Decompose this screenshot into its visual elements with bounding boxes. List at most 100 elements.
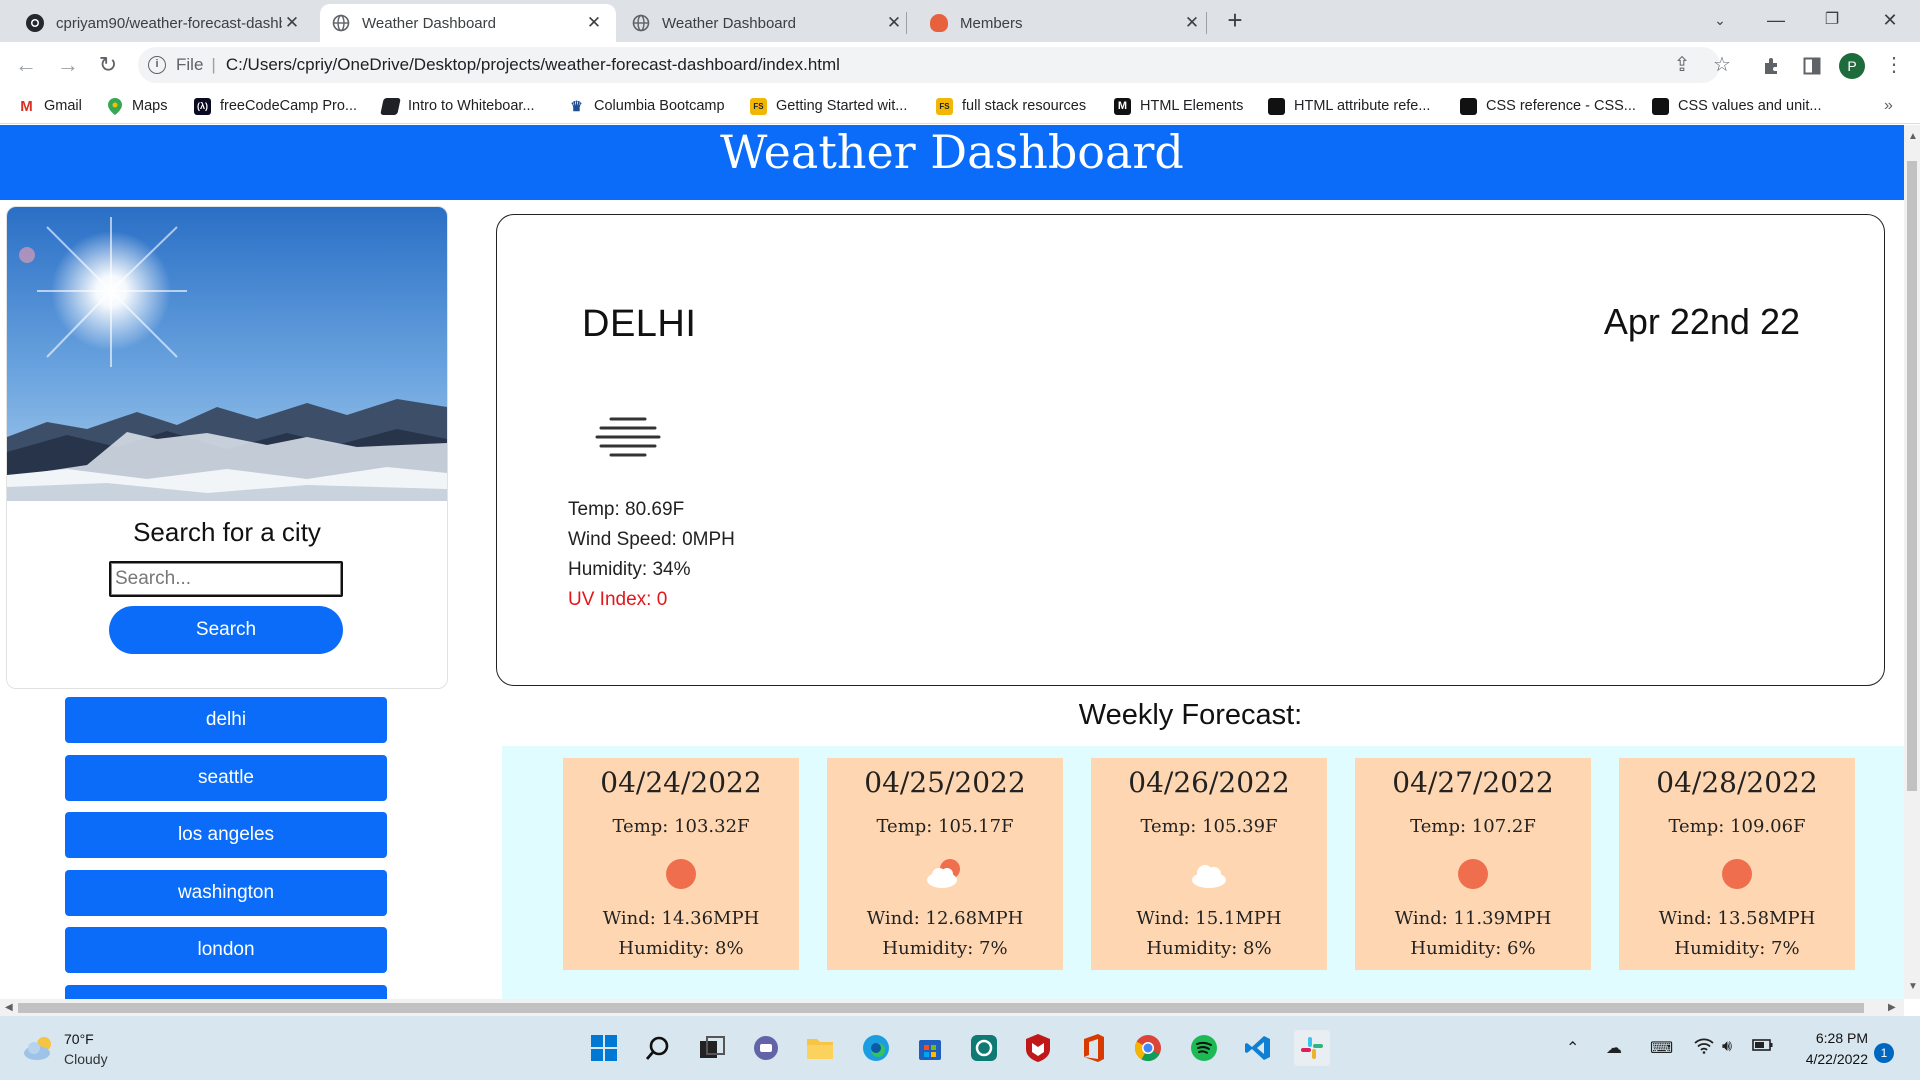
more-bookmarks-chevron-icon[interactable]: » (1884, 96, 1893, 116)
close-icon[interactable]: ✕ (884, 13, 904, 33)
bookmark-maps[interactable]: Maps (106, 96, 167, 116)
bookmark-getting-started[interactable]: FS Getting Started wit... (750, 96, 907, 116)
side-panel-icon[interactable] (1798, 52, 1826, 80)
windows-start-icon[interactable] (586, 1030, 622, 1066)
history-city-button[interactable]: los angeles (65, 812, 387, 858)
tab-weather-dashboard[interactable]: Weather Dashboard ✕ (620, 4, 916, 42)
file-explorer-icon[interactable] (802, 1030, 838, 1066)
forecast-wind: Wind: 13.58MPH (1658, 908, 1816, 929)
history-city-button[interactable]: seattle (65, 755, 387, 801)
battery-icon[interactable] (1752, 1038, 1774, 1057)
extensions-puzzle-icon[interactable] (1758, 52, 1786, 80)
app-icon[interactable] (966, 1030, 1002, 1066)
tab-github[interactable]: cpriyam90/weather-forecast-dashboard ✕ (14, 4, 314, 42)
close-window-icon[interactable]: ✕ (1862, 0, 1918, 42)
tab-title: Weather Dashboard (362, 14, 496, 32)
tab-members[interactable]: Members ✕ (918, 4, 1214, 42)
minimize-icon[interactable]: — (1748, 0, 1804, 42)
windows-taskbar: 70°F Cloudy ⌃ ☁ ⌨ 🔊︎ 6:28 PM 4/22/2022 1 (0, 1016, 1920, 1080)
slack-icon (930, 14, 948, 32)
scroll-left-arrow-icon[interactable]: ◀ (5, 1002, 13, 1013)
new-tab-button[interactable]: + (1220, 6, 1250, 36)
bookmark-label: Columbia Bootcamp (594, 98, 725, 114)
spotify-icon[interactable] (1186, 1030, 1222, 1066)
site-info-icon[interactable]: i (148, 56, 166, 74)
bookmark-whiteboard[interactable]: Intro to Whiteboar... (380, 96, 535, 116)
bookmark-html-elements[interactable]: M HTML Elements (1114, 96, 1243, 116)
city-search-input[interactable] (109, 561, 343, 597)
cloudy-weather-icon[interactable] (22, 1034, 56, 1067)
github-icon (26, 14, 44, 32)
bookmark-css-values[interactable]: CSS values and unit... (1652, 96, 1821, 116)
keyboard-icon[interactable]: ⌨ (1650, 1038, 1673, 1058)
task-view-icon[interactable] (694, 1030, 730, 1066)
horizontal-scroll-thumb[interactable] (18, 1003, 1864, 1013)
horizontal-scrollbar[interactable]: ◀ ▶ (0, 999, 1904, 1016)
bookmark-label: full stack resources (962, 98, 1087, 114)
vscode-icon[interactable] (1240, 1030, 1276, 1066)
taskbar-weather-condition[interactable]: Cloudy (64, 1051, 108, 1067)
search-card: Search for a city Search (6, 206, 448, 689)
wifi-icon[interactable] (1694, 1038, 1714, 1059)
tab-title: Members (960, 14, 1023, 32)
history-city-button-partial[interactable] (65, 985, 387, 999)
sun-icon (661, 854, 701, 894)
notification-badge[interactable]: 1 (1874, 1043, 1894, 1063)
address-bar[interactable]: i File | C:/Users/cpriy/OneDrive/Desktop… (138, 47, 1720, 83)
partly-cloudy-icon (925, 854, 965, 894)
close-icon[interactable]: ✕ (282, 13, 302, 33)
taskbar-clock-date[interactable]: 4/22/2022 (1778, 1051, 1868, 1067)
search-icon[interactable] (640, 1030, 676, 1066)
restore-icon[interactable]: ❐ (1804, 0, 1860, 42)
history-city-button[interactable]: london (65, 927, 387, 973)
mdn-page-icon (1652, 97, 1669, 115)
forecast-humidity: Humidity: 7% (882, 938, 1008, 959)
current-wind: Wind Speed: 0MPH (568, 529, 735, 550)
current-humidity: Humidity: 34% (568, 559, 691, 580)
bookmark-html-attribute[interactable]: HTML attribute refe... (1268, 96, 1430, 116)
microsoft-store-icon[interactable] (912, 1030, 948, 1066)
vertical-scrollbar[interactable]: ▲ ▼ (1904, 125, 1920, 999)
search-heading: Search for a city (133, 517, 321, 547)
back-arrow-icon[interactable]: ← (12, 52, 40, 80)
scroll-up-arrow-icon[interactable]: ▲ (1908, 131, 1918, 142)
tab-separator (1206, 12, 1207, 34)
scroll-right-arrow-icon[interactable]: ▶ (1888, 1002, 1896, 1013)
taskbar-weather-temp[interactable]: 70°F (64, 1031, 94, 1047)
tab-search-chevron-icon[interactable]: ⌄ (1692, 0, 1748, 42)
bookmark-full-stack-resources[interactable]: FS full stack resources (936, 96, 1086, 116)
teams-chat-icon[interactable] (748, 1030, 784, 1066)
forward-arrow-icon[interactable]: → (54, 52, 82, 80)
forecast-card: 04/26/2022 Temp: 105.39F Wind: 15.1MPH H… (1091, 758, 1327, 970)
edge-icon[interactable] (858, 1030, 894, 1066)
taskbar-clock-time[interactable]: 6:28 PM (1778, 1030, 1868, 1046)
close-icon[interactable]: ✕ (584, 13, 604, 33)
bookmark-gmail[interactable]: M Gmail (18, 96, 82, 116)
tab-weather-dashboard-active[interactable]: Weather Dashboard ✕ (320, 4, 616, 42)
bookmark-columbia[interactable]: ♛ Columbia Bootcamp (568, 96, 725, 116)
mountain-sun-image (7, 207, 447, 501)
reload-icon[interactable]: ↻ (94, 52, 122, 80)
close-icon[interactable]: ✕ (1182, 13, 1202, 33)
chrome-icon[interactable] (1130, 1030, 1166, 1066)
profile-avatar[interactable]: P (1839, 53, 1865, 79)
onedrive-cloud-icon[interactable]: ☁ (1606, 1038, 1622, 1058)
slack-icon[interactable] (1294, 1030, 1330, 1066)
volume-icon[interactable]: 🔊︎ (1722, 1038, 1732, 1056)
menu-kebab-icon[interactable]: ⋮ (1880, 52, 1908, 80)
vertical-scroll-thumb[interactable] (1907, 161, 1917, 791)
scroll-down-arrow-icon[interactable]: ▼ (1908, 981, 1918, 992)
bookmark-star-icon[interactable]: ☆ (1708, 52, 1736, 80)
history-city-button[interactable]: washington (65, 870, 387, 916)
share-icon[interactable]: ⇪ (1668, 52, 1696, 80)
mdn-page-icon (1460, 97, 1477, 115)
bookmark-freecodecamp[interactable]: (λ) freeCodeCamp Pro... (194, 96, 357, 116)
bookmark-label: Maps (132, 98, 168, 114)
search-button[interactable]: Search (109, 606, 343, 654)
history-city-button[interactable]: delhi (65, 697, 387, 743)
show-hidden-icons-chevron-icon[interactable]: ⌃ (1566, 1038, 1579, 1058)
bookmark-css-reference[interactable]: CSS reference - CSS... (1460, 96, 1636, 116)
freecodecamp-icon: (λ) (194, 97, 211, 115)
office-icon[interactable] (1076, 1030, 1112, 1066)
mcafee-icon[interactable] (1020, 1030, 1056, 1066)
